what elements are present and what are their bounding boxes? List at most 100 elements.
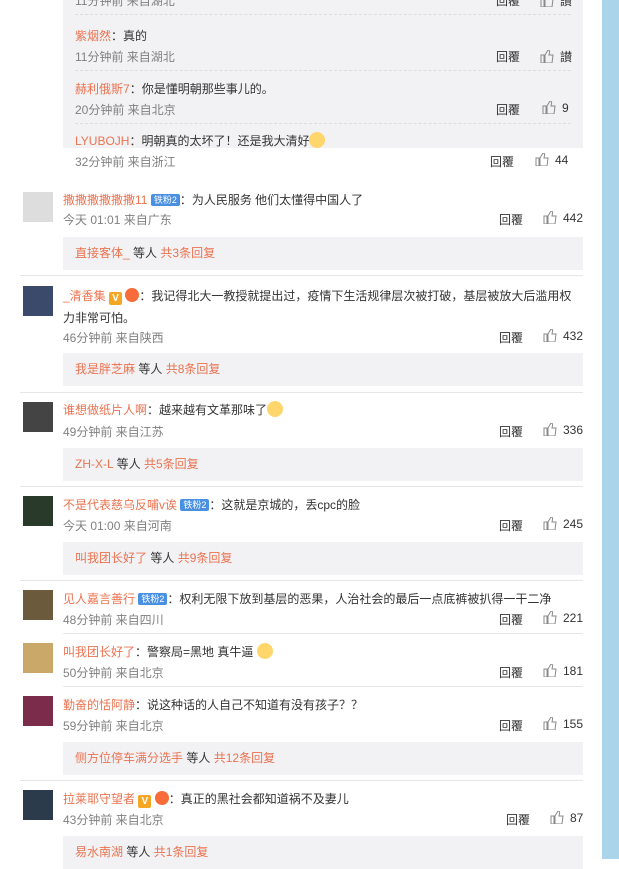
divider [20,486,583,487]
reply-username[interactable]: 紫烟然 [75,29,111,43]
comment-text: ：说这种话的人自己不知道有没有孩子？？ [135,698,364,712]
avatar[interactable] [23,696,53,726]
like-button[interactable]: 221 [543,611,583,625]
more-replies[interactable]: 叫我团长好了 等人 共9条回复 [63,542,583,575]
comment-row: 拉莱耶守望者 V ：真正的黑社会都知道祸不及妻儿 [63,790,349,808]
divider [63,633,583,634]
more-replies-user[interactable]: 叫我团长好了 [75,551,147,565]
divider [20,275,583,276]
thumb-up-icon [540,50,554,63]
comment-meta: 48分钟前 来自四川 [63,613,164,627]
divider [75,14,571,16]
more-replies-user[interactable]: 我是胖芝麻 [75,362,135,376]
comment-username[interactable]: 叫我团长好了 [63,645,135,659]
avatar[interactable] [23,192,53,222]
thumb-up-icon [543,517,557,530]
reply-row: 赫利俄斯7：你是懂明朝那些事儿的。 [75,80,274,97]
comment-row: 不是代表慈乌反哺v诶 铁粉2 ：这就是京城的，丢cpc的脸 [63,496,360,513]
avatar[interactable] [23,590,53,620]
comment-username[interactable]: 撒撒撒撒撒撒11 [63,193,147,207]
like-button[interactable]: 432 [543,329,583,343]
page-side-strip [602,0,619,859]
reply-button[interactable]: 回覆 [499,211,523,228]
comment-text: ：权利无限下放到基层的恶果，人治社会的最后一点底裤被扒得一干二净 [167,592,552,606]
comment-row: 见人嘉言善行 铁粉2 ：权利无限下放到基层的恶果，人治社会的最后一点底裤被扒得一干… [63,590,551,607]
like-count: 221 [563,611,584,625]
like-button[interactable]: 442 [543,211,583,225]
like-button[interactable]: 155 [543,717,583,731]
reply-button[interactable]: 回覆 [506,811,530,828]
like-button[interactable]: 181 [543,664,583,678]
more-replies-count[interactable]: 共5条回复 [144,457,199,471]
comment-row: _清香集 V ：我记得北大一教授就提出过，疫情下生活规律层次被打破，基层被放大后… [63,285,583,329]
reply-meta: 11分钟前 来自湖北 [75,0,175,8]
more-replies-count[interactable]: 共9条回复 [178,551,233,565]
reply-button[interactable]: 回覆 [499,717,523,734]
more-replies-label: 等人 [126,845,151,859]
reply-row: 紫烟然：真的 [75,27,147,44]
more-replies-label: 等人 [186,751,211,765]
thumb-up-icon [543,611,557,624]
comment-username[interactable]: 不是代表慈乌反哺v诶 [63,498,177,512]
divider [75,70,571,72]
more-replies-count[interactable]: 共1条回复 [154,845,209,859]
reply-button[interactable]: 回覆 [499,611,523,628]
more-replies-user[interactable]: 易水南湖 [75,845,123,859]
like-count: 155 [563,717,584,731]
like-button[interactable]: 44 [535,153,568,167]
reply-button[interactable]: 回覆 [499,664,523,681]
more-replies[interactable]: ZH-X-L 等人 共5条回复 [63,448,583,481]
reply-button[interactable]: 回覆 [499,423,523,440]
comment-row: 叫我团长好了：警察局=黑地 真牛逼 [63,643,273,660]
comment-username[interactable]: 见人嘉言善行 [63,592,135,606]
comment-username[interactable]: _清香集 [63,289,106,303]
more-replies-count[interactable]: 共8条回复 [166,362,221,376]
reply-text: ：你是懂明朝那些事儿的。 [129,82,274,96]
like-button[interactable]: 讃 [540,48,572,65]
more-replies-label: 等人 [116,457,141,471]
avatar[interactable] [23,790,53,820]
comment-meta: 46分钟前 来自陕西 [63,331,164,345]
reply-button[interactable]: 回覆 [496,0,520,9]
comment-username[interactable]: 拉莱耶守望者 [63,792,135,806]
reply-button[interactable]: 回覆 [499,517,523,534]
comment-username[interactable]: 勤奋的恬阿静 [63,698,135,712]
reply-button[interactable]: 回覆 [490,153,514,170]
more-replies-user[interactable]: ZH-X-L [75,457,113,471]
more-replies-count[interactable]: 共3条回复 [160,246,215,260]
divider [20,580,583,581]
member-badge-icon [154,791,169,805]
avatar[interactable] [23,643,53,673]
avatar[interactable] [23,402,53,432]
comment-username[interactable]: 谁想做纸片人啊 [63,403,147,417]
more-replies-user[interactable]: 侧方位停车满分选手 [75,751,183,765]
avatar[interactable] [23,496,53,526]
reply-username[interactable]: LYUBOJH [75,134,129,148]
like-button[interactable]: 讃 [540,0,572,9]
comment-text: ：警察局=黑地 真牛逼 [135,645,254,659]
divider [20,780,583,781]
more-replies-user[interactable]: 直接客体_ [75,246,130,260]
reply-button[interactable]: 回覆 [496,101,520,118]
like-button[interactable]: 245 [543,517,583,531]
like-button[interactable]: 87 [550,811,583,825]
reply-text: ：明朝真的太坏了！还是我大清好 [129,134,310,148]
comment-text: ：这就是京城的，丢cpc的脸 [209,498,361,512]
more-replies[interactable]: 易水南湖 等人 共1条回复 [63,836,583,869]
more-replies-count[interactable]: 共12条回复 [214,751,275,765]
reply-button[interactable]: 回覆 [496,48,520,65]
more-replies[interactable]: 我是胖芝麻 等人 共8条回复 [63,353,583,386]
more-replies[interactable]: 直接客体_ 等人 共3条回复 [63,237,583,270]
avatar[interactable] [23,286,53,316]
reply-meta: 11分钟前 来自湖北 [75,50,175,64]
reply-button[interactable]: 回覆 [499,329,523,346]
more-replies-label: 等人 [133,246,158,260]
comment-row: 谁想做纸片人啊：越来越有文革那味了 [63,401,284,418]
more-replies[interactable]: 侧方位停车满分选手 等人 共12条回复 [63,742,583,775]
emoji-icon [267,401,284,417]
like-button[interactable]: 336 [543,423,583,437]
thumbs-up-emoji-icon [256,643,273,659]
reply-username[interactable]: 赫利俄斯7 [75,82,130,96]
thumb-up-icon [550,811,564,824]
like-button[interactable]: 9 [542,101,569,115]
